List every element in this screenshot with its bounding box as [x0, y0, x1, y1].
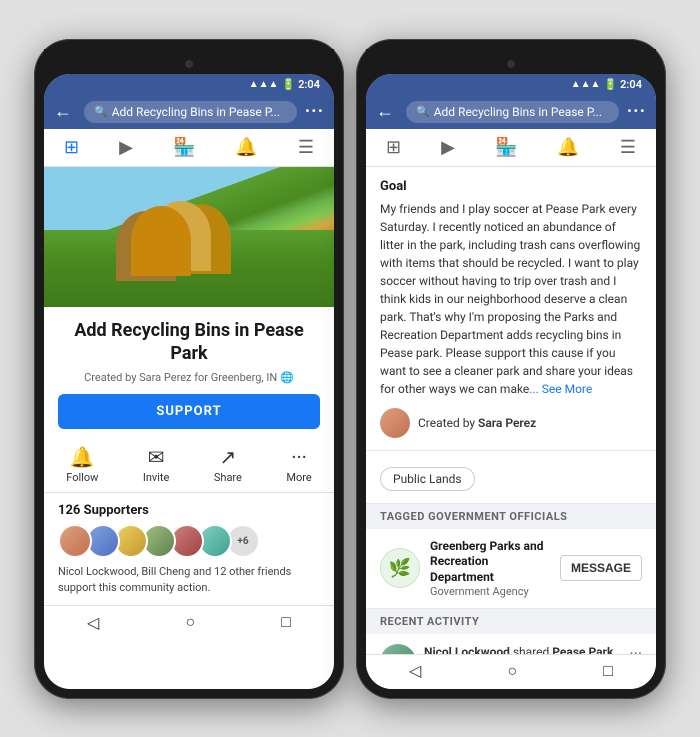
petition-title: Add Recycling Bins in Pease Park [44, 307, 334, 370]
activity-content: Nicol Lockwood shared Pease Park Clean-U… [424, 644, 621, 653]
activity-more-icon[interactable]: ··· [629, 644, 642, 653]
bottom-nav-1: ◁ ○ □ [44, 605, 334, 640]
battery-icon-2: 🔋 [603, 78, 617, 91]
goal-section: Goal My friends and I play soccer at Pea… [366, 167, 656, 451]
activity-row: Nicol Lockwood shared Pease Park Clean-U… [380, 644, 642, 653]
status-right-1: ▲▲▲ 🔋 2:04 [249, 78, 320, 91]
more-label: More [286, 471, 311, 484]
activity-text: Nicol Lockwood shared Pease Park Clean-U… [424, 644, 621, 653]
recent-activity-header: RECENT ACTIVITY [366, 609, 656, 634]
signal-icon-1: ▲▲▲ [249, 79, 279, 90]
signal-icon-2: ▲▲▲ [571, 79, 601, 90]
officials-header: Tagged Government Officials [366, 504, 656, 529]
bottom-back-1[interactable]: ◁ [87, 613, 99, 632]
scroll-content-2[interactable]: Goal My friends and I play soccer at Pea… [366, 167, 656, 654]
back-button-1[interactable]: ← [54, 101, 72, 122]
tab-store-icon-2[interactable]: 🏪 [495, 137, 517, 158]
battery-icon-1: 🔋 [281, 78, 295, 91]
message-button[interactable]: MESSAGE [560, 555, 642, 581]
status-right-2: ▲▲▲ 🔋 2:04 [571, 78, 642, 91]
camera-dot-1 [185, 60, 193, 68]
official-name: Greenberg Parks and Recreation Departmen… [430, 539, 550, 586]
official-type: Government Agency [430, 585, 550, 598]
phone-2: ▲▲▲ 🔋 2:04 ← 🔍 Add Recycling Bins in Pea… [356, 39, 666, 699]
creator-row: Created by Sara Perez [380, 408, 642, 438]
creator-avatar [380, 408, 410, 438]
bottom-home-2[interactable]: ○ [507, 661, 517, 681]
bottom-square-2[interactable]: □ [603, 661, 613, 681]
notch-2 [366, 49, 656, 74]
petition-created-by: Created by Sara Perez for Greenberg, IN [84, 371, 277, 384]
support-button[interactable]: SUPPORT [58, 394, 320, 429]
nav-bar-2: ← 🔍 Add Recycling Bins in Pease P... ··· [366, 95, 656, 129]
share-icon: ↗ [220, 445, 237, 469]
creator-text: Created by Sara Perez [418, 416, 536, 430]
tab-icons-2: ⊞ ▶ 🏪 🔔 ☰ [366, 129, 656, 167]
phone-1: ▲▲▲ 🔋 2:04 ← 🔍 Add Recycling Bins in Pea… [34, 39, 344, 699]
nav-more-2[interactable]: ··· [627, 101, 646, 122]
status-bar-1: ▲▲▲ 🔋 2:04 [44, 74, 334, 95]
bottom-square-1[interactable]: □ [281, 612, 291, 632]
follow-icon: 🔔 [70, 445, 95, 469]
nav-bar-1: ← 🔍 Add Recycling Bins in Pease P... ··· [44, 95, 334, 129]
more-icon: ··· [291, 445, 307, 469]
time-1: 2:04 [298, 78, 320, 91]
tab-video-icon-2[interactable]: ▶ [441, 137, 455, 158]
activity-avatar [380, 644, 416, 653]
tag-section: Public Lands [366, 451, 656, 504]
notch-1 [44, 49, 334, 74]
follow-label: Follow [66, 471, 98, 484]
official-row: 🌿 Greenberg Parks and Recreation Departm… [366, 529, 656, 610]
tab-menu-icon[interactable]: ☰ [298, 137, 314, 158]
tab-store-icon[interactable]: 🏪 [173, 137, 195, 158]
back-button-2[interactable]: ← [376, 101, 394, 122]
tab-icons-1: ⊞ ▶ 🏪 🔔 ☰ [44, 129, 334, 167]
park-image [44, 167, 334, 307]
search-box-2[interactable]: 🔍 Add Recycling Bins in Pease P... [406, 101, 619, 123]
supporters-count: 126 Supporters [58, 503, 320, 518]
search-box-1[interactable]: 🔍 Add Recycling Bins in Pease P... [84, 101, 297, 123]
see-more-link[interactable]: ... See More [529, 382, 592, 396]
bottom-home-1[interactable]: ○ [185, 612, 195, 632]
tab-video-icon[interactable]: ▶ [119, 137, 133, 158]
screen-1: ▲▲▲ 🔋 2:04 ← 🔍 Add Recycling Bins in Pea… [44, 74, 334, 689]
globe-icon: 🌐 [280, 371, 294, 384]
tab-menu-icon-2[interactable]: ☰ [620, 137, 636, 158]
official-info: Greenberg Parks and Recreation Departmen… [430, 539, 550, 599]
phones-container: ▲▲▲ 🔋 2:04 ← 🔍 Add Recycling Bins in Pea… [34, 39, 666, 699]
tab-home-icon-2[interactable]: ⊞ [386, 137, 401, 158]
invite-label: Invite [143, 471, 170, 484]
bottom-nav-2: ◁ ○ □ [366, 654, 656, 689]
tab-bell-icon-2[interactable]: 🔔 [557, 137, 579, 158]
tab-home-icon[interactable]: ⊞ [64, 137, 79, 158]
avatar-row: +6 [58, 524, 320, 558]
screen-2: ▲▲▲ 🔋 2:04 ← 🔍 Add Recycling Bins in Pea… [366, 74, 656, 689]
camera-dot-2 [507, 60, 515, 68]
goal-title: Goal [380, 179, 642, 194]
action-row: 🔔 Follow ✉ Invite ↗ Share ··· More [44, 439, 334, 493]
follow-action[interactable]: 🔔 Follow [66, 445, 98, 484]
goal-text: My friends and I play soccer at Pease Pa… [380, 200, 642, 398]
invite-action[interactable]: ✉ Invite [143, 445, 170, 484]
bottom-back-2[interactable]: ◁ [409, 661, 421, 680]
search-text-1: Add Recycling Bins in Pease P... [112, 105, 280, 119]
avatar-1 [58, 524, 92, 558]
share-action[interactable]: ↗ Share [214, 445, 242, 484]
supporters-section: 126 Supporters +6 Nicol Lockwood, Bill C… [44, 493, 334, 605]
search-icon-2: 🔍 [416, 105, 430, 118]
nav-more-1[interactable]: ··· [305, 101, 324, 122]
petition-sub: Created by Sara Perez for Greenberg, IN … [44, 369, 334, 394]
tab-bell-icon[interactable]: 🔔 [235, 137, 257, 158]
search-text-2: Add Recycling Bins in Pease P... [434, 105, 602, 119]
official-avatar: 🌿 [380, 548, 420, 588]
share-label: Share [214, 471, 242, 484]
tag-public-lands[interactable]: Public Lands [380, 467, 475, 491]
invite-icon: ✉ [148, 445, 165, 469]
search-icon-1: 🔍 [94, 105, 108, 118]
activity-item: Nicol Lockwood shared Pease Park Clean-U… [366, 634, 656, 653]
status-bar-2: ▲▲▲ 🔋 2:04 [366, 74, 656, 95]
more-action[interactable]: ··· More [286, 445, 311, 484]
time-2: 2:04 [620, 78, 642, 91]
supporters-text: Nicol Lockwood, Bill Cheng and 12 other … [58, 564, 320, 595]
